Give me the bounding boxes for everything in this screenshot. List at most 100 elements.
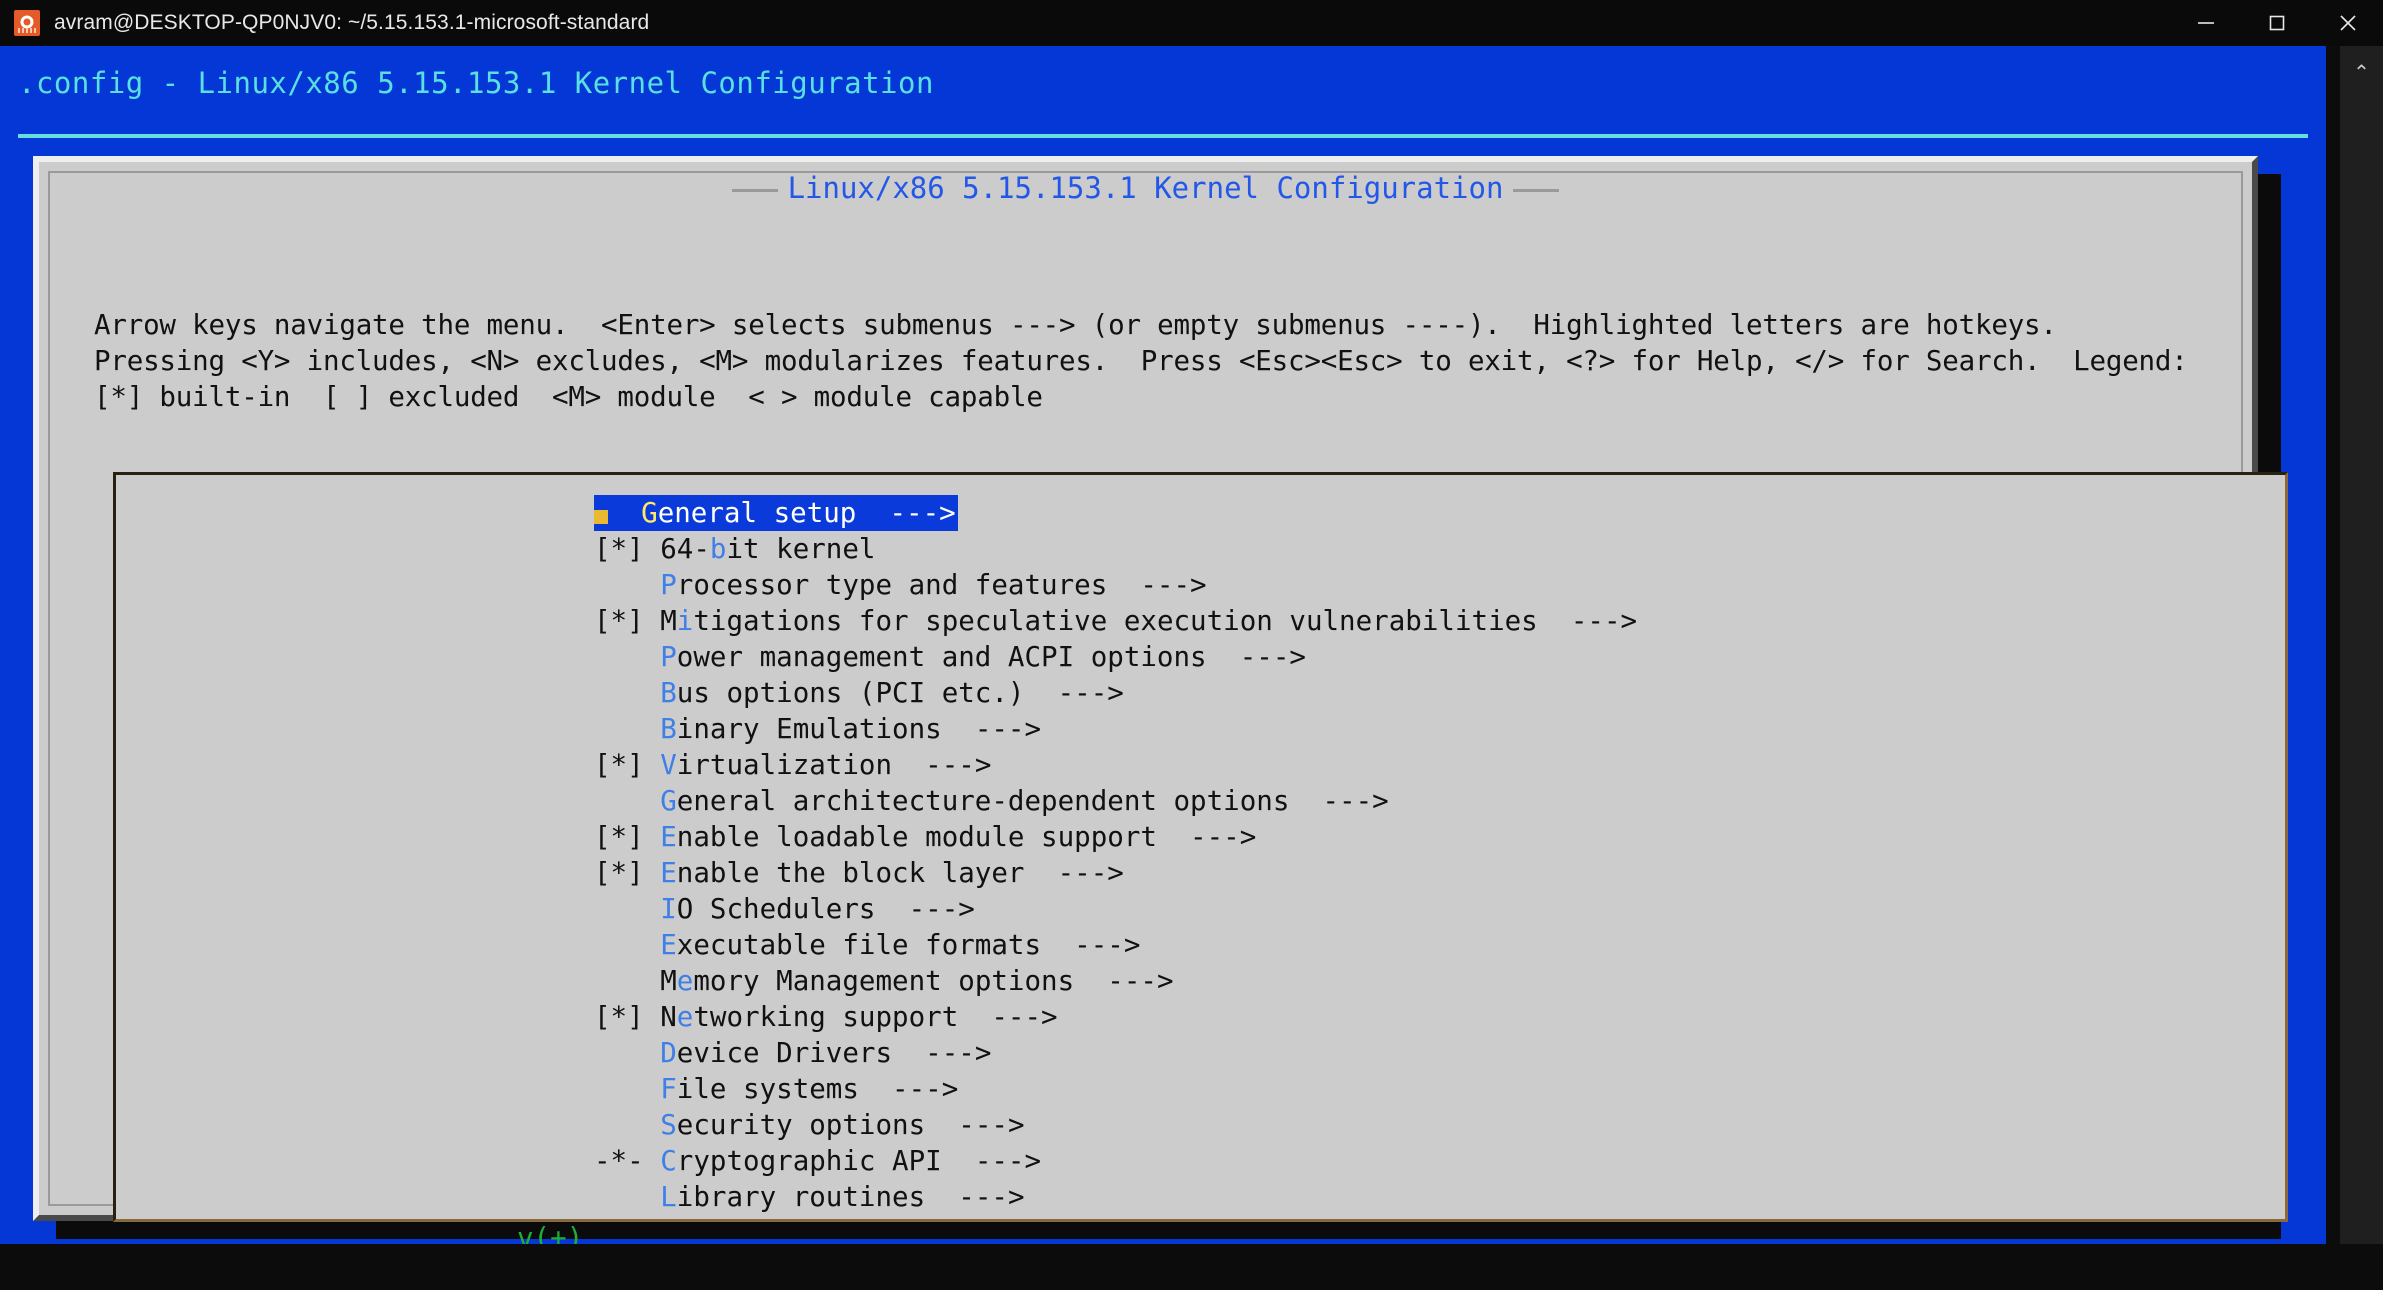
menu-item[interactable]: General setup ---> [594,495,958,531]
menu-item-tag: -*- [594,1145,661,1177]
menu-item-label: ibrary routines [676,1181,926,1213]
title-rule-left [731,188,778,192]
maximize-button[interactable] [2241,0,2312,46]
menu-item-tag [594,677,660,709]
menu-item[interactable]: Security options ---> [594,1107,1637,1143]
menu-item-hotkey: C [660,1145,677,1177]
menu-item[interactable]: Power management and ACPI options ---> [594,639,1637,675]
submenu-arrow-icon: ---> [1041,929,1141,961]
kconfig-header-rule [18,134,2308,138]
submenu-arrow-icon: ---> [1537,605,1638,637]
window-title: avram@DESKTOP-QP0NJV0: ~/5.15.153.1-micr… [54,11,650,34]
submenu-arrow-icon: ---> [875,893,975,925]
menu-item-hotkey: b [709,533,727,565]
menu-item-label: eneral architecture-dependent options [676,785,1290,817]
help-line: Arrow keys navigate the menu. <Enter> se… [94,309,2057,341]
submenu-arrow-icon: ---> [958,1001,1058,1033]
submenu-arrow-icon: ---> [856,497,956,529]
menu-item-label: xecutable file formats [676,929,1042,961]
menu-item-label: O Schedulers [676,893,876,925]
menu-item[interactable]: [*] 64-bit kernel [594,531,1637,567]
menu-item[interactable]: Processor type and features ---> [594,567,1637,603]
menu-item-hotkey: S [660,1109,677,1141]
menu-item-hotkey: D [660,1037,677,1069]
menu-item-label: mory Management options [693,965,1075,997]
menu-item[interactable]: Memory Management options ---> [594,963,1637,999]
submenu-arrow-icon: ---> [1024,857,1124,889]
menu-item-label: nable the block layer [676,857,1025,889]
menu-item-tag: [*] [594,605,661,637]
menu-item[interactable]: Executable file formats ---> [594,927,1637,963]
menu-item-label: us options (PCI etc.) [676,677,1025,709]
menu-item[interactable]: Library routines ---> [594,1179,1637,1215]
menu-item-hotkey: e [676,1001,694,1033]
menu-item-tag [594,1109,660,1141]
menu-item[interactable]: [*] Virtualization ---> [594,747,1637,783]
submenu-arrow-icon: ---> [858,1073,959,1105]
menu-item-label: nable loadable module support [676,821,1157,853]
dialog-help-text: Arrow keys navigate the menu. <Enter> se… [94,307,2188,415]
submenu-arrow-icon: ---> [1289,785,1389,817]
menu-item-hotkey: P [660,641,677,673]
menu-list[interactable]: General setup ---> [*] 64-bit kernel Proc… [594,495,1637,1215]
menu-item-tag [594,965,660,997]
terminal-screen[interactable]: .config - Linux/x86 5.15.153.1 Kernel Co… [0,46,2340,1290]
submenu-arrow-icon: ---> [941,1145,1042,1177]
menu-item-hotkey: E [660,857,677,889]
help-line: Pressing <Y> includes, <N> excludes, <M>… [94,345,2188,377]
menu-item[interactable]: -*- Cryptographic API ---> [594,1143,1637,1179]
menu-item-tag: [*] [594,857,661,889]
menu-item[interactable]: [*] Enable the block layer ---> [594,855,1637,891]
minimize-icon [2197,22,2214,24]
menu-item-hotkey: E [660,929,677,961]
close-button[interactable] [2312,0,2383,46]
menu-item-label: inary Emulations [676,713,942,745]
menu-item[interactable]: Bus options (PCI etc.) ---> [594,675,1637,711]
menu-item-label: ile systems [676,1073,859,1105]
maximize-icon [2269,15,2284,31]
submenu-arrow-icon: ---> [1156,821,1257,853]
submenu-arrow-icon: ---> [1024,677,1124,709]
menu-item-hotkey: B [660,677,677,709]
menu-item-label: evice Drivers [676,1037,893,1069]
menu-item-hotkey: i [676,605,694,637]
minimize-button[interactable] [2170,0,2241,46]
menu-item[interactable]: [*] Networking support ---> [594,999,1637,1035]
dialog-title-bar: Linux/x86 5.15.153.1 Kernel Configuratio… [39,171,2252,205]
menu-item-tag [594,1037,660,1069]
menu-item-label: rocessor type and features [676,569,1108,601]
menu-item-hotkey: e [676,965,694,997]
menu-item-tag: [*] [594,821,661,853]
menu-item-label: eneral setup [657,497,857,529]
menu-item[interactable]: File systems ---> [594,1071,1637,1107]
menu-item[interactable]: [*] Enable loadable module support ---> [594,819,1637,855]
menu-item-hotkey: G [641,497,658,529]
menu-item[interactable]: General architecture-dependent options -… [594,783,1637,819]
menu-item-hotkey: I [660,893,677,925]
dialog-title: Linux/x86 5.15.153.1 Kernel Configuratio… [787,171,1504,205]
menu-item-label-pre: M [660,965,677,997]
ubuntu-wsl-icon [14,10,40,36]
submenu-arrow-icon: ---> [941,713,1042,745]
menu-item-hotkey: L [660,1181,677,1213]
menu-list-box[interactable]: General setup ---> [*] 64-bit kernel Proc… [113,472,2288,1222]
terminal-scrollbar[interactable]: ⌃ ⌄ [2340,46,2383,1290]
menu-item-label: ecurity options [676,1109,926,1141]
menu-item-hotkey: F [660,1073,677,1105]
submenu-arrow-icon: ---> [925,1109,1025,1141]
menu-item-label: ower management and ACPI options [676,641,1207,673]
submenu-arrow-icon: ---> [892,749,992,781]
scroll-up-icon[interactable]: ⌃ [2340,60,2383,84]
kernel-config-dialog: Linux/x86 5.15.153.1 Kernel Configuratio… [33,156,2288,1290]
menu-item-tag: [*] [594,749,661,781]
menu-item-row: General setup ---> [594,495,1637,531]
menu-item[interactable]: [*] Mitigations for speculative executio… [594,603,1637,639]
menu-item-tag [594,1181,660,1213]
menu-item-hotkey: V [660,749,677,781]
submenu-arrow-icon: ---> [1074,965,1174,997]
menu-item[interactable]: IO Schedulers ---> [594,891,1637,927]
submenu-arrow-icon: ---> [1107,569,1207,601]
menu-item-tag: [*] [594,1001,661,1033]
menu-item[interactable]: Device Drivers ---> [594,1035,1637,1071]
menu-item[interactable]: Binary Emulations ---> [594,711,1637,747]
